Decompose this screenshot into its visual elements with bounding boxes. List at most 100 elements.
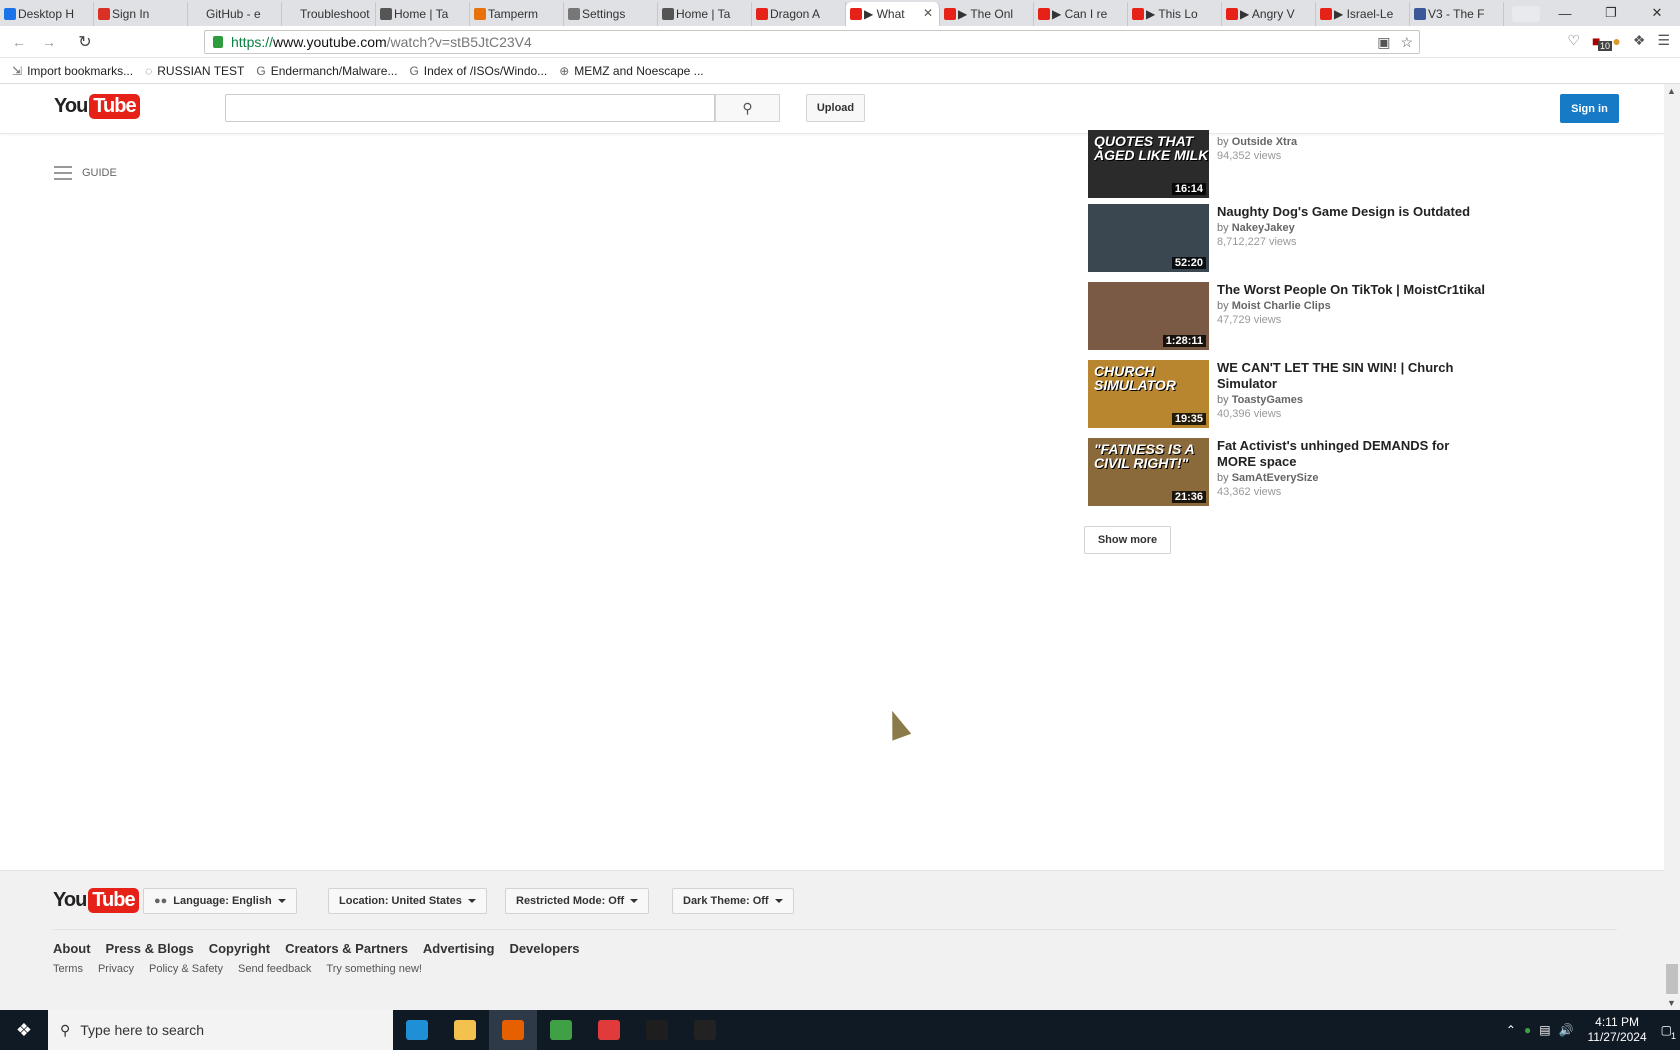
restricted-mode-picker[interactable]: Restricted Mode: Off	[505, 888, 650, 914]
footer-link[interactable]: Advertising	[423, 941, 495, 956]
footer-link[interactable]: Copyright	[209, 941, 270, 956]
related-video-item[interactable]: 1:28:11 The Worst People On TikTok | Mois…	[1088, 282, 1488, 350]
browser-tab[interactable]: Tamperm	[470, 2, 564, 26]
video-channel[interactable]: Outside Xtra	[1232, 136, 1297, 148]
pocket-icon[interactable]: ♡	[1567, 32, 1580, 49]
bookmark-item[interactable]: ⊕ MEMZ and Noescape ...	[559, 64, 703, 78]
bookmark-star-icon[interactable]: ☆	[1400, 34, 1413, 51]
related-video-item[interactable]: "FATNESS IS A CIVIL RIGHT!" 21:36 Fat Acti…	[1088, 438, 1488, 506]
video-channel[interactable]: Moist Charlie Clips	[1232, 300, 1331, 312]
browser-tab[interactable]: ▶ This Lo	[1128, 2, 1222, 26]
language-picker[interactable]: ●● Language: English	[143, 888, 297, 914]
search-input[interactable]	[225, 94, 715, 122]
menu-icon[interactable]: ☰	[1657, 32, 1670, 49]
video-thumbnail[interactable]: QUOTES THAT AGED LIKE MILK 16:14	[1088, 130, 1209, 198]
browser-tab[interactable]: ▶ The Onl	[940, 2, 1034, 26]
google-icon: G	[256, 63, 266, 78]
extension-globe-icon[interactable]: ●	[1612, 33, 1620, 49]
tray-app-icon[interactable]: ●	[1524, 1023, 1531, 1037]
bookmark-item[interactable]: ◌ RUSSIAN TEST	[145, 64, 244, 78]
sign-in-button[interactable]: Sign in	[1560, 94, 1619, 123]
video-title[interactable]: The Worst People On TikTok | MoistCr1tik…	[1217, 282, 1487, 298]
new-tab-button[interactable]	[1512, 6, 1540, 22]
reader-view-icon[interactable]: ▣	[1377, 34, 1390, 51]
ublock-extension-icon[interactable]: ■ 10	[1592, 33, 1612, 51]
volume-icon[interactable]: 🔊	[1559, 1023, 1574, 1037]
tab-label: Home | Ta	[676, 7, 731, 21]
search-button[interactable]: ⚲	[715, 94, 780, 122]
network-icon[interactable]: ▤	[1539, 1023, 1550, 1037]
related-video-item[interactable]: CHURCH SIMULATOR 19:35 WE CAN'T LET THE SI…	[1088, 360, 1488, 428]
browser-tab[interactable]: V3 - The F	[1410, 2, 1504, 26]
video-thumbnail[interactable]: "FATNESS IS A CIVIL RIGHT!" 21:36	[1088, 438, 1209, 506]
close-window-button[interactable]: ✕	[1634, 0, 1680, 26]
footer-secondary-link[interactable]: Privacy	[98, 963, 134, 975]
video-title[interactable]: Fat Activist's unhinged DEMANDS for MORE…	[1217, 438, 1487, 470]
reload-icon[interactable]: ↻	[74, 32, 96, 52]
footer-secondary-link[interactable]: Send feedback	[238, 963, 311, 975]
minimize-button[interactable]: —	[1542, 0, 1588, 26]
browser-tab[interactable]: ▶ What ✕	[846, 2, 940, 26]
taskbar-search[interactable]: ⚲ Type here to search	[48, 1010, 393, 1050]
maximize-button[interactable]: ❐	[1588, 0, 1634, 26]
taskbar-app-edge[interactable]	[393, 1010, 441, 1050]
taskbar-app-terminal[interactable]	[633, 1010, 681, 1050]
taskbar-app-red-app[interactable]	[585, 1010, 633, 1050]
bookmark-item[interactable]: G Index of /ISOs/Windo...	[409, 64, 547, 78]
footer-secondary-link[interactable]: Policy & Safety	[149, 963, 223, 975]
browser-tab[interactable]: Troubleshoot	[282, 2, 376, 26]
scroll-up-arrow-icon[interactable]: ▲	[1667, 86, 1676, 96]
dark-theme-picker[interactable]: Dark Theme: Off	[672, 888, 794, 914]
extensions-puzzle-icon[interactable]: ❖	[1633, 32, 1646, 49]
footer-link[interactable]: Creators & Partners	[285, 941, 408, 956]
browser-tab[interactable]: ▶ Can I re	[1034, 2, 1128, 26]
video-channel[interactable]: SamAtEverySize	[1232, 472, 1319, 484]
footer-link[interactable]: Developers	[509, 941, 579, 956]
footer-link[interactable]: Press & Blogs	[106, 941, 194, 956]
address-bar[interactable]: https:// www.youtube.com /watch?v=stB5Jt…	[204, 30, 1420, 54]
browser-tab[interactable]: Sign In	[94, 2, 188, 26]
taskbar-app-green-app[interactable]	[537, 1010, 585, 1050]
browser-tab[interactable]: Dragon A	[752, 2, 846, 26]
browser-tab[interactable]: ▶ Angry V	[1222, 2, 1316, 26]
browser-tab[interactable]: ▶ Israel-Le	[1316, 2, 1410, 26]
show-more-button[interactable]: Show more	[1084, 526, 1171, 554]
guide-button[interactable]: GUIDE	[54, 166, 117, 180]
scroll-down-arrow-icon[interactable]: ▼	[1667, 998, 1676, 1008]
close-tab-icon[interactable]: ✕	[923, 6, 933, 20]
location-picker[interactable]: Location: United States	[328, 888, 487, 914]
footer-secondary-link[interactable]: Try something new!	[326, 963, 422, 975]
video-title[interactable]: WE CAN'T LET THE SIN WIN! | Church Simul…	[1217, 360, 1487, 392]
taskbar-app-7zip[interactable]	[681, 1010, 729, 1050]
bookmark-item[interactable]: G Endermanch/Malware...	[256, 64, 397, 78]
back-arrow-icon[interactable]: ←	[8, 34, 30, 50]
video-thumbnail[interactable]: 52:20	[1088, 204, 1209, 272]
footer-youtube-logo[interactable]: You Tube	[53, 888, 139, 913]
browser-tab[interactable]: Desktop H	[0, 2, 94, 26]
browser-tab[interactable]: Home | Ta	[658, 2, 752, 26]
browser-tab[interactable]: GitHub - e	[188, 2, 282, 26]
notification-icon[interactable]: ▢ 1	[1661, 1023, 1676, 1041]
clock[interactable]: 4:11 PM 11/27/2024	[1587, 1015, 1646, 1045]
footer-secondary-link[interactable]: Terms	[53, 963, 83, 975]
scrollbar-thumb[interactable]	[1666, 964, 1678, 994]
bookmark-item[interactable]: ⇲ Import bookmarks...	[12, 64, 133, 78]
video-channel[interactable]: NakeyJakey	[1232, 222, 1295, 234]
youtube-logo[interactable]: You Tube	[54, 94, 140, 119]
page-scrollbar[interactable]: ▲ ▼	[1664, 84, 1680, 1010]
footer-link[interactable]: About	[53, 941, 91, 956]
upload-button[interactable]: Upload	[806, 94, 865, 122]
forward-arrow-icon[interactable]: →	[38, 34, 60, 50]
browser-tab[interactable]: Home | Ta	[376, 2, 470, 26]
video-title[interactable]: Naughty Dog's Game Design is Outdated	[1217, 204, 1487, 220]
video-thumbnail[interactable]: 1:28:11	[1088, 282, 1209, 350]
taskbar-app-firefox[interactable]	[489, 1010, 537, 1050]
taskbar-app-file-explorer[interactable]	[441, 1010, 489, 1050]
show-hidden-icons-icon[interactable]: ⌃	[1506, 1023, 1516, 1037]
video-channel[interactable]: ToastyGames	[1232, 394, 1303, 406]
video-thumbnail[interactable]: CHURCH SIMULATOR 19:35	[1088, 360, 1209, 428]
related-video-item[interactable]: 52:20 Naughty Dog's Game Design is Outdat…	[1088, 204, 1488, 272]
start-button[interactable]: ❖	[0, 1010, 48, 1050]
browser-tab[interactable]: Settings	[564, 2, 658, 26]
related-video-item[interactable]: QUOTES THAT AGED LIKE MILK 16:14 by Outsid…	[1088, 130, 1488, 198]
